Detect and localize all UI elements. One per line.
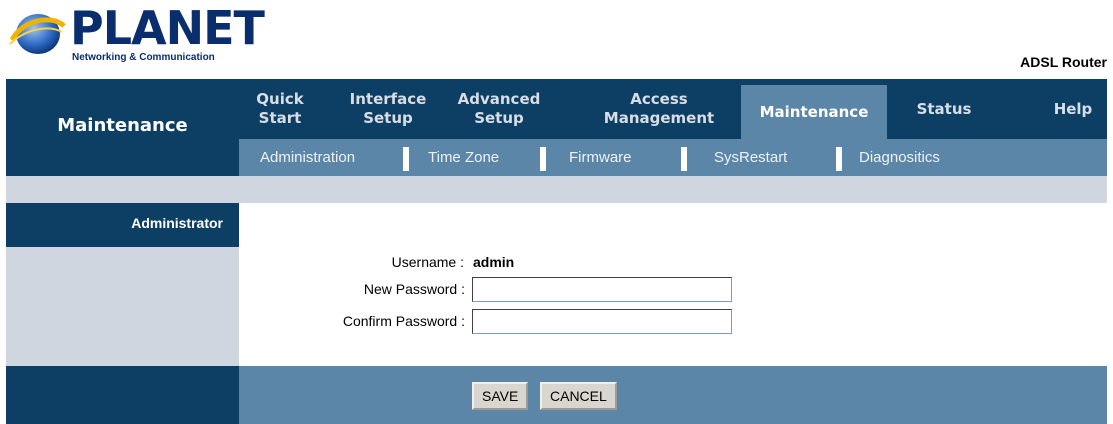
subtab-divider xyxy=(403,147,409,171)
tab-interface-setup[interactable]: Interface Setup xyxy=(339,79,437,139)
tab-help[interactable]: Help xyxy=(1039,79,1107,139)
tab-label: Setup xyxy=(474,109,524,127)
globe-icon xyxy=(9,14,66,54)
tab-access-management[interactable]: Access Management xyxy=(591,79,727,139)
tab-label: Management xyxy=(603,109,715,127)
confirm-password-field[interactable] xyxy=(472,309,732,334)
panel-heading: Administrator xyxy=(131,215,223,231)
tab-label: Quick xyxy=(256,90,304,108)
subtab-divider xyxy=(836,147,842,171)
subtab-bar: Administration Time Zone Firmware SysRes… xyxy=(239,139,1107,176)
subtab-firmware[interactable]: Firmware xyxy=(569,139,632,176)
tab-label: Status xyxy=(916,99,972,118)
save-button[interactable]: SAVE xyxy=(472,382,529,410)
tab-quick-start[interactable]: Quick Start xyxy=(239,79,321,139)
tab-label: Setup xyxy=(363,109,413,127)
subtab-administration[interactable]: Administration xyxy=(260,139,355,176)
new-password-row: New Password : xyxy=(239,277,1107,303)
footer-side-panel xyxy=(6,366,239,424)
username-value: admin xyxy=(473,254,515,270)
side-heading-box: Administrator xyxy=(6,203,239,247)
cancel-button[interactable]: CANCEL xyxy=(540,382,617,410)
tab-status[interactable]: Status xyxy=(899,79,989,139)
username-label: Username : xyxy=(391,254,464,270)
tab-label: Start xyxy=(258,109,302,127)
username-row: Username : admin xyxy=(239,250,1107,276)
subtab-diagnostics[interactable]: Diagnositics xyxy=(859,139,940,176)
product-name: ADSL Router xyxy=(1020,54,1107,70)
main-navigation: Maintenance Quick Start Interface Setup Ad… xyxy=(6,79,1107,176)
tab-maintenance[interactable]: Maintenance xyxy=(741,85,887,139)
tab-label: Access xyxy=(630,90,688,108)
tab-bar: Quick Start Interface Setup Advanced Setup … xyxy=(239,79,1107,139)
footer-bar: SAVE CANCEL xyxy=(239,366,1107,424)
confirm-password-label: Confirm Password : xyxy=(342,313,465,329)
tab-label: Maintenance xyxy=(759,102,869,121)
brand-name: PLANET xyxy=(70,1,265,55)
subtab-time-zone[interactable]: Time Zone xyxy=(428,139,499,176)
content-side-panel: Administrator xyxy=(6,203,239,366)
subtab-divider xyxy=(540,147,546,171)
separator-band xyxy=(6,176,1107,203)
new-password-label: New Password : xyxy=(363,281,465,297)
nav-section-panel: Maintenance xyxy=(6,79,239,176)
tab-advanced-setup[interactable]: Advanced Setup xyxy=(449,79,549,139)
section-title: Maintenance xyxy=(57,115,188,136)
tab-label: Interface xyxy=(349,90,427,108)
brand-tagline: Networking & Communication xyxy=(72,52,215,63)
confirm-password-row: Confirm Password : xyxy=(239,309,1107,335)
subtab-divider xyxy=(681,147,687,171)
tab-label: Advanced xyxy=(457,90,541,108)
planet-logo: PLANET Networking & Communication xyxy=(8,2,265,66)
tab-label: Help xyxy=(1053,99,1093,118)
subtab-sysrestart[interactable]: SysRestart xyxy=(714,139,787,176)
new-password-field[interactable] xyxy=(472,277,732,302)
